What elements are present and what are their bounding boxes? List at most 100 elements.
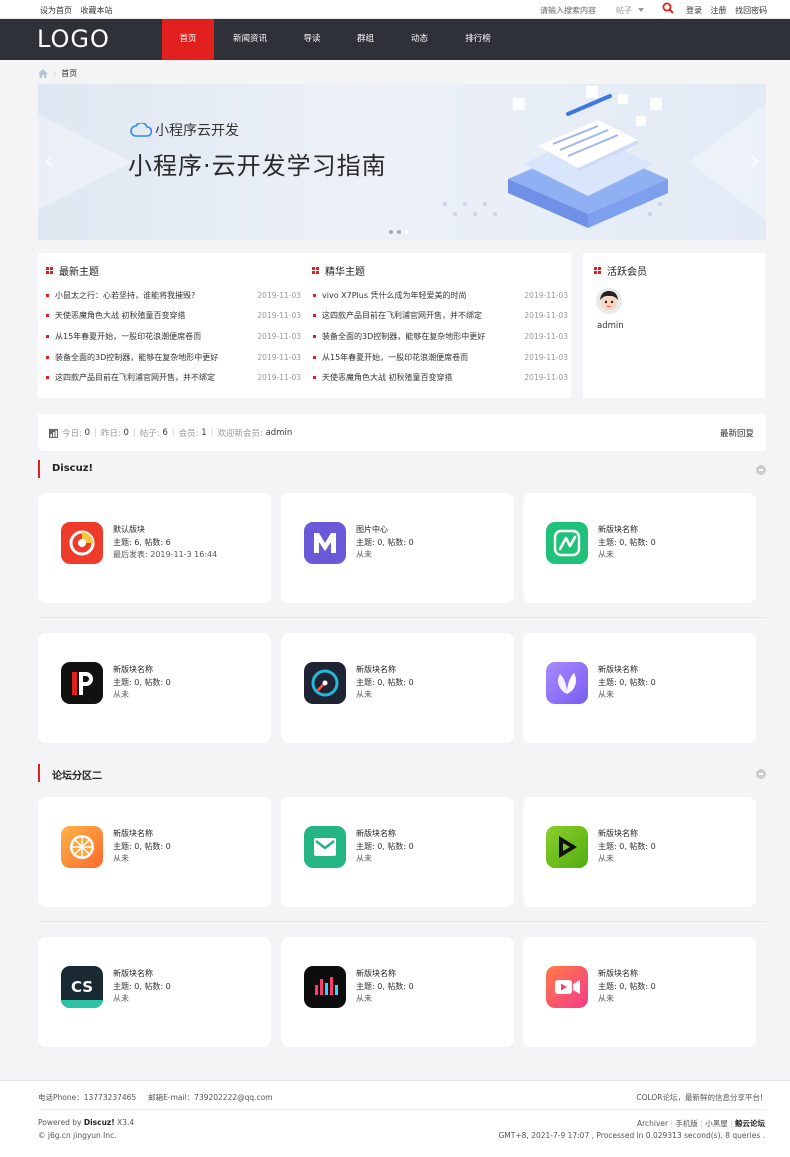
- footer-email[interactable]: 邮箱E-mail：739202222@qq.com: [148, 1093, 272, 1102]
- forum-name[interactable]: 图片中心: [356, 524, 388, 535]
- stat-today: 0: [84, 428, 90, 438]
- featured-topics-list: vivo X7Plus 凭什么成为年轻爱美的时尚 2019-11-03 这四款产品…: [313, 285, 568, 388]
- list-item[interactable]: 装备全面的3D控制器，能够在复杂地形中更好 2019-11-03: [313, 326, 568, 347]
- play-icon: [546, 826, 588, 868]
- search-input[interactable]: 请输入搜索内容: [540, 5, 616, 16]
- forum-card[interactable]: 新版块名称 主题: 0, 帖数: 0 从未: [523, 493, 756, 603]
- forum-name[interactable]: 新版块名称: [598, 664, 638, 675]
- audio-icon: [304, 966, 346, 1008]
- discuz-link[interactable]: Discuz!: [84, 1118, 115, 1127]
- forum-last-post: 从未: [113, 994, 129, 1003]
- forum-stats: 主题: 6, 帖数: 6: [113, 538, 171, 547]
- forum-name[interactable]: 新版块名称: [113, 664, 153, 675]
- list-item[interactable]: 从15年春夏开始，一股印花浪潮便席卷而 2019-11-03: [313, 347, 568, 368]
- forum-last-post[interactable]: 最后发表: 2019-11-3 16:44: [113, 549, 217, 560]
- blacklist-link[interactable]: 小黑屋: [705, 1119, 728, 1128]
- footer-divider: [38, 1109, 766, 1110]
- nav-item-home[interactable]: 首页: [162, 19, 214, 60]
- banner-slider[interactable]: ‹ › 小程序云开发 小程序·云开发学习指南: [38, 84, 766, 240]
- forum-last-post: 从未: [113, 854, 129, 863]
- nav-item-guide[interactable]: 导读: [286, 19, 338, 60]
- set-homepage-link[interactable]: 设为首页: [40, 6, 72, 15]
- latest-replies-link[interactable]: 最新回复: [720, 427, 754, 439]
- forgot-password-link[interactable]: 找回密码: [735, 6, 767, 15]
- forum-card[interactable]: 图片中心 主题: 0, 帖数: 0 从未: [281, 493, 514, 603]
- forum-name[interactable]: 新版块名称: [356, 828, 396, 839]
- footer: 电话Phone：13773237465 邮箱E-mail：739202222@q…: [0, 1080, 790, 1157]
- top-bar: 设为首页 收藏本站 请输入搜索内容 帖子 登录 注册 找回密码: [0, 0, 790, 19]
- archiver-link[interactable]: Archiver: [637, 1119, 668, 1128]
- bookmark-link[interactable]: 收藏本站: [81, 6, 113, 15]
- forum-name[interactable]: 新版块名称: [356, 968, 396, 979]
- forum-name[interactable]: 新版块名称: [598, 524, 638, 535]
- forum-name[interactable]: 新版块名称: [113, 828, 153, 839]
- logo[interactable]: LOGO: [37, 25, 110, 53]
- leaf-icon: [546, 662, 588, 704]
- forum-card[interactable]: 新版块名称 主题: 0, 帖数: 0 从未: [38, 633, 271, 743]
- stat-welcome-label: 欢迎新会员:: [217, 429, 263, 439]
- search-box[interactable]: 请输入搜索内容 帖子: [540, 3, 650, 17]
- chevron-down-icon[interactable]: [638, 8, 644, 12]
- grid-icon: [594, 267, 601, 274]
- breadcrumb: › 首页: [38, 67, 77, 79]
- forum-name[interactable]: 新版块名称: [113, 968, 153, 979]
- prev-slide-icon[interactable]: ‹: [44, 146, 54, 176]
- list-item[interactable]: 装备全面的3D控制器，能够在复杂地形中更好 2019-11-03: [46, 347, 301, 368]
- section-title[interactable]: 论坛分区二: [52, 767, 102, 782]
- divider: [38, 617, 766, 618]
- forum-card[interactable]: 新版块名称 主题: 0, 帖数: 0 从未: [523, 797, 756, 907]
- forum-last-post: 从未: [598, 854, 614, 863]
- forum-card[interactable]: 新版块名称 主题: 0, 帖数: 0 从未: [523, 937, 756, 1047]
- slide-dot[interactable]: [389, 230, 393, 234]
- mobile-link[interactable]: 手机版: [675, 1119, 698, 1128]
- forum-card[interactable]: 新版块名称 主题: 0, 帖数: 0 从未: [281, 797, 514, 907]
- list-item[interactable]: 天使恶魔角色大战 初秋殖童百变穿搭 2019-11-03: [46, 306, 301, 327]
- login-link[interactable]: 登录: [686, 6, 702, 15]
- collapse-icon[interactable]: [756, 465, 766, 475]
- nav-item-groups[interactable]: 群组: [338, 19, 393, 60]
- list-item[interactable]: 天使恶魔角色大战 初秋殖童百变穿搭 2019-11-03: [313, 367, 568, 388]
- forum-card[interactable]: 新版块名称 主题: 0, 帖数: 0 从未: [38, 797, 271, 907]
- stat-members-label: 会员:: [178, 429, 199, 439]
- section-accent: [38, 460, 40, 478]
- forum-card[interactable]: 新版块名称 主题: 0, 帖数: 0 从未: [281, 633, 514, 743]
- pie-icon: [61, 522, 103, 564]
- active-members-heading: 活跃会员: [594, 263, 647, 278]
- nav-item-news[interactable]: 新闻资讯: [214, 19, 286, 60]
- forum-name[interactable]: 新版块名称: [598, 828, 638, 839]
- gauge-icon: [304, 662, 346, 704]
- search-type-select[interactable]: 帖子: [616, 5, 632, 16]
- home-icon[interactable]: [38, 68, 48, 78]
- breadcrumb-home[interactable]: 首页: [61, 68, 77, 79]
- avatar[interactable]: [596, 288, 622, 314]
- site-name-link[interactable]: 鲸云论坛: [735, 1119, 765, 1128]
- list-item[interactable]: 小鼠太之行：心若坚持，谁能将我摧毁? 2019-11-03: [46, 285, 301, 306]
- search-icon[interactable]: [662, 2, 674, 14]
- forum-card[interactable]: CS 新版块名称 主题: 0, 帖数: 0 从未: [38, 937, 271, 1047]
- forum-name[interactable]: 默认版块: [113, 524, 145, 535]
- member-name[interactable]: admin: [597, 321, 624, 331]
- forum-card[interactable]: 新版块名称 主题: 0, 帖数: 0 从未: [281, 937, 514, 1047]
- next-slide-icon[interactable]: ›: [750, 146, 760, 176]
- list-item[interactable]: 从15年春夏开始，一股印花浪潮便席卷而 2019-11-03: [46, 326, 301, 347]
- list-item[interactable]: 这四款产品目前在飞利浦官网开售，并不绑定 2019-11-03: [46, 367, 301, 388]
- section-title[interactable]: Discuz!: [52, 463, 93, 474]
- slide-dot[interactable]: [405, 230, 409, 234]
- collapse-icon[interactable]: [756, 769, 766, 779]
- slide-dots[interactable]: [389, 230, 409, 234]
- forum-card[interactable]: 默认版块 主题: 6, 帖数: 6 最后发表: 2019-11-3 16:44: [38, 493, 271, 603]
- forum-name[interactable]: 新版块名称: [356, 664, 396, 675]
- forum-card[interactable]: 新版块名称 主题: 0, 帖数: 0 从未: [523, 633, 756, 743]
- list-item[interactable]: 这四款产品目前在飞利浦官网开售，并不绑定 2019-11-03: [313, 306, 568, 327]
- newest-member-link[interactable]: admin: [266, 428, 293, 438]
- slide-dot[interactable]: [397, 230, 401, 234]
- register-link[interactable]: 注册: [711, 6, 727, 15]
- stat-posts-label: 帖子:: [139, 429, 160, 439]
- member-avatar[interactable]: [596, 288, 622, 317]
- cs-icon: CS: [61, 966, 103, 1008]
- list-item[interactable]: vivo X7Plus 凭什么成为年轻爱美的时尚 2019-11-03: [313, 285, 568, 306]
- nav-item-activity[interactable]: 动态: [393, 19, 446, 60]
- nav-item-ranking[interactable]: 排行榜: [446, 19, 510, 60]
- topics-panel: 最新主题 小鼠太之行：心若坚持，谁能将我摧毁? 2019-11-03 天使恶魔角色…: [38, 253, 571, 398]
- forum-name[interactable]: 新版块名称: [598, 968, 638, 979]
